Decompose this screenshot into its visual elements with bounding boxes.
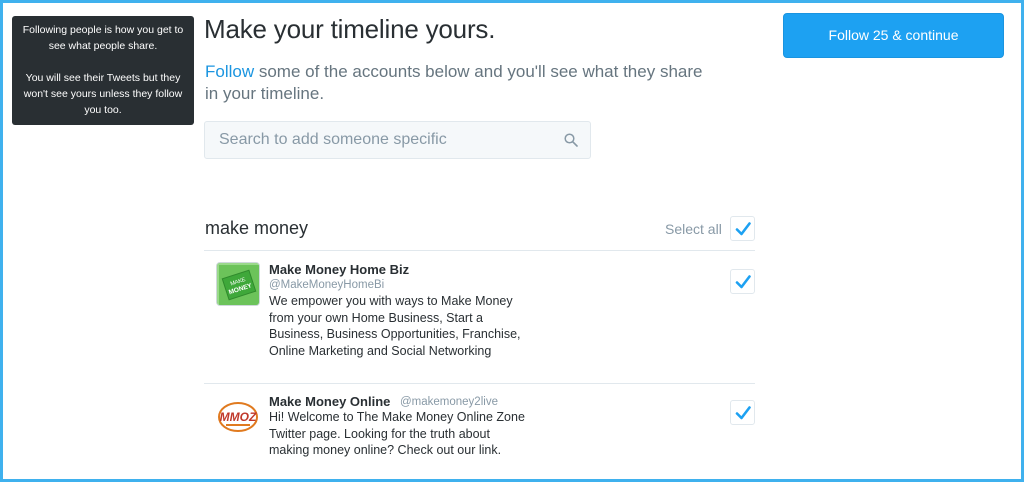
avatar[interactable]: MMOZ bbox=[216, 395, 260, 439]
follow-link[interactable]: Follow bbox=[205, 62, 254, 81]
avatar[interactable]: MAKE MONEY bbox=[216, 262, 260, 306]
row-divider bbox=[204, 383, 755, 384]
subtitle-text: some of the accounts below and you'll se… bbox=[205, 62, 703, 103]
follow-continue-button[interactable]: Follow 25 & continue bbox=[783, 13, 1004, 58]
follow-checkbox[interactable] bbox=[730, 269, 755, 294]
tooltip-line-1: Following people is how you get to see w… bbox=[22, 24, 184, 52]
select-all-label[interactable]: Select all bbox=[665, 221, 722, 237]
page-subtitle: Follow some of the accounts below and yo… bbox=[205, 61, 705, 105]
section-divider bbox=[204, 250, 755, 251]
select-all-checkbox[interactable] bbox=[730, 216, 755, 241]
checkmark-icon bbox=[735, 222, 751, 236]
account-bio: Hi! Welcome to The Make Money Online Zon… bbox=[269, 410, 525, 457]
follow-tooltip: Following people is how you get to see w… bbox=[12, 16, 194, 125]
account-bio: We empower you with ways to Make Money f… bbox=[269, 294, 521, 358]
account-name[interactable]: Make Money Online bbox=[269, 394, 390, 409]
follow-checkbox[interactable] bbox=[730, 400, 755, 425]
tooltip-line-2: You will see their Tweets but they won't… bbox=[23, 72, 183, 116]
page-title: Make your timeline yours. bbox=[204, 14, 496, 44]
checkmark-icon bbox=[735, 275, 751, 289]
checkmark-icon bbox=[735, 406, 751, 420]
search-input[interactable] bbox=[205, 122, 555, 158]
account-handle[interactable]: @MakeMoneyHomeBi bbox=[269, 279, 384, 291]
search-icon[interactable] bbox=[564, 133, 578, 147]
search-box bbox=[204, 121, 591, 159]
account-name[interactable]: Make Money Home Biz bbox=[269, 262, 409, 277]
avatar-text-mmoz: MMOZ bbox=[220, 410, 257, 424]
section-title: make money bbox=[205, 218, 309, 238]
account-handle[interactable]: @makemoney2live bbox=[400, 396, 498, 408]
